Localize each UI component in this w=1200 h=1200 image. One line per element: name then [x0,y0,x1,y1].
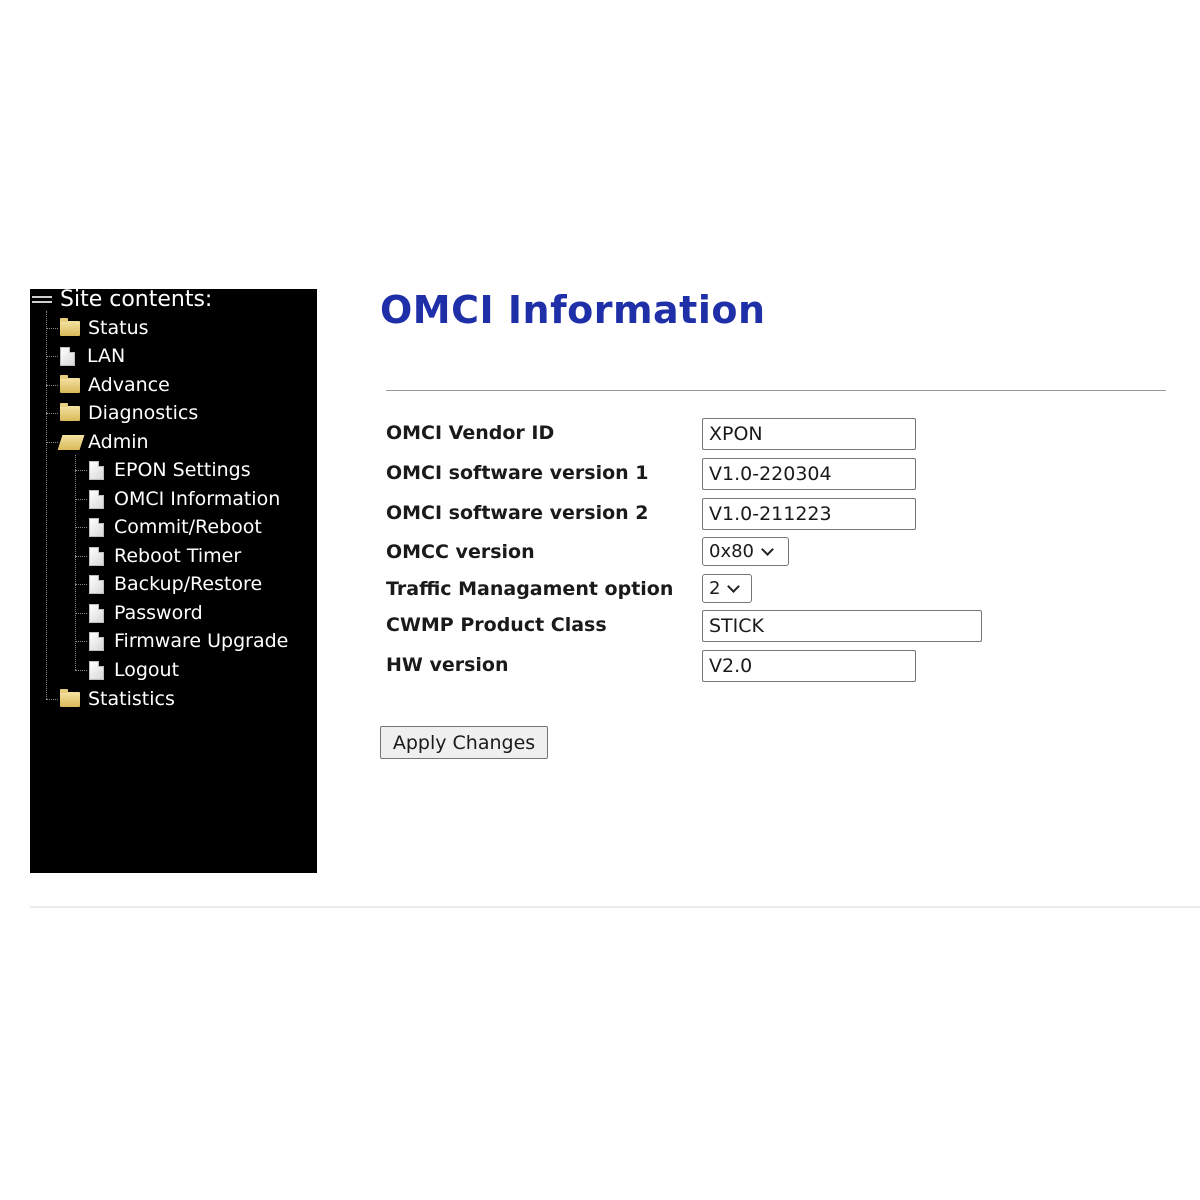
vendor-id-label: OMCI Vendor ID [386,422,555,444]
document-icon [89,631,104,651]
title-divider [386,390,1166,391]
sidebar-item-label: Status [88,317,149,339]
sidebar-item-reboot-timer[interactable]: Reboot Timer [75,542,241,570]
cwmp-class-row: CWMP Product Class [386,610,1086,642]
sidebar-title: Site contents: [60,287,213,312]
sidebar-item-lan[interactable]: LAN [46,342,125,370]
sidebar-item-logout[interactable]: Logout [75,656,179,684]
sidebar-item-label: Advance [88,374,170,396]
document-icon [89,603,104,623]
folder-open-icon [57,434,85,450]
document-icon [89,574,104,594]
document-icon [89,489,104,509]
hw-version-row: HW version [386,650,1086,682]
sidebar-item-label: Logout [114,659,180,681]
omcc-version-label: OMCC version [386,541,535,563]
tree-root-icon [32,292,54,308]
vendor-id-row: OMCI Vendor ID [386,418,1086,450]
hw-version-input[interactable] [702,650,916,682]
folder-icon [60,688,80,707]
sw-version-2-row: OMCI software version 2 [386,498,1086,530]
sidebar-item-backup-restore[interactable]: Backup/Restore [75,570,262,598]
sidebar-item-status[interactable]: Status [46,314,149,342]
sidebar-item-label: OMCI Information [114,488,281,510]
sidebar-item-admin[interactable]: Admin [46,428,149,456]
sidebar-item-commit-reboot[interactable]: Commit/Reboot [75,513,262,541]
sidebar-item-diagnostics[interactable]: Diagnostics [46,399,198,427]
apply-changes-button[interactable]: Apply Changes [380,726,548,759]
traffic-option-label: Traffic Managament option [386,578,674,600]
cwmp-class-input[interactable] [702,610,982,642]
omcc-version-select[interactable]: 0x80 [702,537,789,566]
sw-version-1-row: OMCI software version 1 [386,458,1086,490]
sidebar-item-label: LAN [87,345,126,367]
chevron-down-icon [727,580,741,593]
cwmp-class-label: CWMP Product Class [386,614,607,636]
traffic-option-select[interactable]: 2 [702,574,752,603]
sidebar-item-statistics[interactable]: Statistics [46,685,175,713]
omcc-version-value: 0x80 [709,541,755,562]
sw-version-1-label: OMCI software version 1 [386,462,649,484]
tree-root: Site contents: [30,289,212,311]
sidebar-item-label: Statistics [88,688,175,710]
sidebar-item-label: Password [114,602,203,624]
chevron-down-icon [761,543,774,556]
document-icon [60,346,75,366]
omcc-version-row: OMCC version 0x80 [386,537,1086,569]
footer-divider [30,906,1200,908]
sidebar-item-label: EPON Settings [114,459,251,481]
folder-icon [60,402,80,421]
sw-version-2-label: OMCI software version 2 [386,502,649,524]
sidebar-item-password[interactable]: Password [75,599,203,627]
document-icon [89,546,104,566]
sw-version-2-input[interactable] [702,498,916,530]
sidebar: Site contents: Status LAN Advance Diagno… [30,289,317,873]
page: Site contents: Status LAN Advance Diagno… [0,0,1200,1200]
document-icon [89,460,104,480]
document-icon [89,517,104,537]
sidebar-item-label: Backup/Restore [114,573,263,595]
sidebar-item-label: Admin [88,431,149,453]
sidebar-item-epon-settings[interactable]: EPON Settings [75,456,251,484]
traffic-option-value: 2 [709,578,721,599]
sidebar-item-label: Reboot Timer [114,545,242,567]
sidebar-item-firmware-upgrade[interactable]: Firmware Upgrade [75,627,288,655]
page-title: OMCI Information [380,288,766,332]
sidebar-item-advance[interactable]: Advance [46,371,170,399]
sidebar-item-label: Diagnostics [88,402,199,424]
sidebar-item-label: Commit/Reboot [114,516,262,538]
document-icon [89,660,104,680]
traffic-option-row: Traffic Managament option 2 [386,574,1086,606]
sw-version-1-input[interactable] [702,458,916,490]
sidebar-item-label: Firmware Upgrade [114,630,289,652]
sidebar-item-omci-information[interactable]: OMCI Information [75,485,280,513]
vendor-id-input[interactable] [702,418,916,450]
folder-icon [60,317,80,336]
folder-icon [60,374,80,393]
hw-version-label: HW version [386,654,509,676]
